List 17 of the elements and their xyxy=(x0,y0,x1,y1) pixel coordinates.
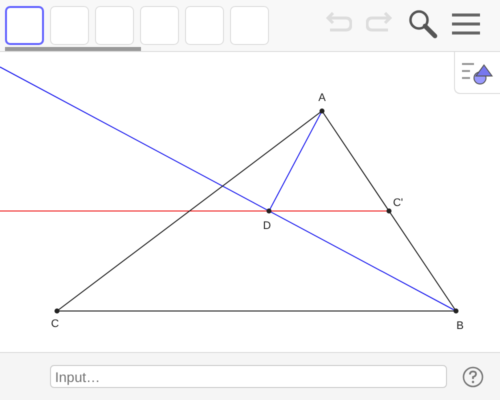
style-bar-button[interactable] xyxy=(454,52,500,94)
help-icon[interactable] xyxy=(462,366,484,388)
point[interactable] xyxy=(320,108,324,114)
point[interactable] xyxy=(266,208,272,214)
point-label: C xyxy=(51,318,59,330)
menu-icon[interactable] xyxy=(452,12,480,36)
search-icon[interactable] xyxy=(408,8,438,38)
point-label: B xyxy=(456,320,464,332)
point[interactable] xyxy=(454,308,458,314)
point-label: D xyxy=(263,220,271,232)
point[interactable] xyxy=(54,308,60,314)
tool-button[interactable] xyxy=(5,6,44,45)
point-label: A xyxy=(318,92,326,104)
point[interactable] xyxy=(386,208,392,214)
shapes-icon xyxy=(462,60,494,84)
point-label: C' xyxy=(392,197,404,209)
input-field[interactable]: Input… xyxy=(50,365,447,388)
